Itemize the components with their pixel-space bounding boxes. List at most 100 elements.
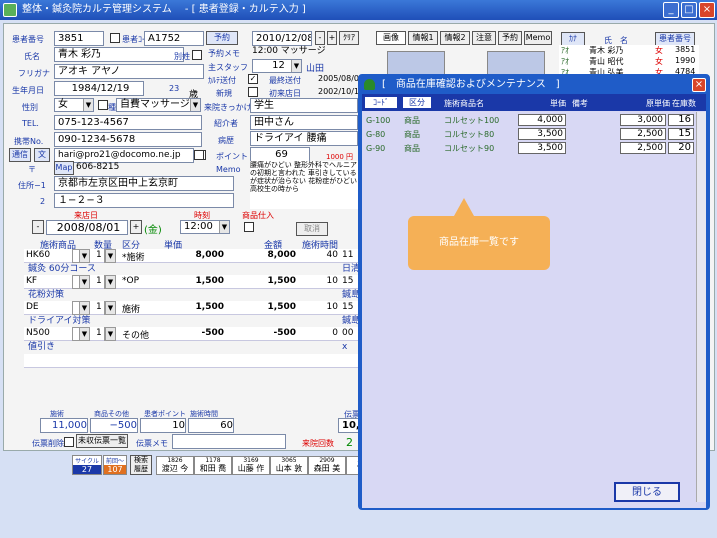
trigger-field[interactable]: 学生 [250,98,358,113]
type-select[interactable]: 自費マッサージ ▼ [116,98,201,112]
close-button[interactable]: × [699,2,715,18]
kana-field[interactable]: アオキ アヤノ [54,64,204,79]
tab-info1[interactable]: 情報1 [408,31,438,45]
item-select[interactable]: ▼ [72,301,90,315]
patient-no-field[interactable]: 3851 [54,31,104,46]
inv-cost[interactable]: 3,000 [620,114,666,126]
point-checkbox[interactable] [194,150,204,160]
item-qty[interactable]: 1 [96,276,102,286]
tel-field[interactable]: 075-123-4567 [54,115,202,130]
inv-stock[interactable]: 15 [668,128,694,140]
slip-memo-field[interactable] [172,434,286,449]
item-qty[interactable]: 1 [96,328,102,338]
item-price[interactable]: 1,500 [174,276,224,286]
inventory-row[interactable]: G-100 商品 コルセット100 4,000 3,000 16 [364,114,694,127]
text-button[interactable]: 文 [34,148,50,162]
item-time[interactable]: 10 [322,302,338,312]
inv-price[interactable]: 3,500 [518,128,566,140]
map-button[interactable]: Map [54,161,74,175]
sort-code-button[interactable]: ｺｰﾄﾞ [364,96,398,109]
recent-patient[interactable]: 1826 渡辺 今 [156,456,194,475]
qty-select[interactable]: ▼ [104,301,116,315]
item-price[interactable]: 1,500 [174,302,224,312]
name-field[interactable]: 青木 彩乃 [54,47,184,62]
qty-select[interactable]: ▼ [104,249,116,263]
staff-select[interactable]: 12 ▼ [252,59,302,73]
visit-time-select[interactable]: 12:00 ▼ [180,220,230,234]
item-code[interactable]: N500 [26,328,50,338]
new-checkbox[interactable] [248,87,258,97]
item-code[interactable]: HK60 [26,250,50,260]
item-qty[interactable]: 1 [96,250,102,260]
patient-code-checkbox[interactable] [110,33,120,43]
recent-patient[interactable]: 3169 山藤 作 [232,456,270,475]
list-item[interactable]: ｱｵ 青山 昭代 女 1990 [559,56,699,67]
inv-stock[interactable]: 20 [668,142,694,154]
inv-cost[interactable]: 2,500 [620,128,666,140]
item-code[interactable]: KF [26,276,37,286]
item-price[interactable]: -500 [174,328,224,338]
intro-field[interactable]: 田中さん [250,115,358,130]
tab-image[interactable]: 画像 [376,31,406,45]
history-header-kana[interactable]: ｶﾅ [561,32,585,46]
address2-field[interactable]: １−２−３ [54,193,234,208]
item-select[interactable]: ▼ [72,275,90,289]
point-field[interactable]: 69 [250,147,310,162]
qty-select[interactable]: ▼ [104,275,116,289]
karte-checkbox[interactable]: ✓ [248,74,258,84]
table-row[interactable]: HK60 ▼ 1 ▼ *施術 8,000 8,000 40 11 [24,249,364,263]
list-item[interactable]: ｱｵ 青木 彩乃 女 3851 [559,45,699,56]
dialog-scrollbar[interactable] [696,112,706,502]
item-price[interactable]: 8,000 [174,250,224,260]
visit-date-field[interactable]: 2008/08/01 [46,220,128,235]
visit-prev-button[interactable]: - [32,220,44,234]
table-row[interactable]: DE ▼ 1 ▼ 施術 1,500 1,500 10 15 [24,301,364,315]
item-qty[interactable]: 1 [96,302,102,312]
history-header-no[interactable]: 患者番号 [655,32,695,46]
memo-field[interactable]: 腰痛がひどい 整形外科でヘルニアの初期と言われた 車引きしているが症状が治らない… [250,161,362,209]
item-time[interactable]: 10 [322,276,338,286]
cancel-button[interactable]: 取消 [296,222,328,236]
item-time[interactable]: 40 [322,250,338,260]
dialog-close-button[interactable]: 閉じる [614,482,680,502]
unpaid-list-button[interactable]: 未収伝票一覧 [76,434,128,448]
inventory-row[interactable]: G-90 商品 コルセット90 3,500 2,500 20 [364,142,694,155]
item-select[interactable]: ▼ [72,327,90,341]
item-select[interactable]: ▼ [72,249,90,263]
sex-select[interactable]: 女 ▼ [54,98,94,112]
date-minus-button[interactable]: - [315,31,325,45]
slip-delete-checkbox[interactable] [64,437,74,447]
inv-price[interactable]: 4,000 [518,114,566,126]
inventory-row[interactable]: G-80 商品 コルセット80 3,500 2,500 15 [364,128,694,141]
tab-caution[interactable]: 注意 [472,31,496,45]
inv-price[interactable]: 3,500 [518,142,566,154]
qty-select[interactable]: ▼ [104,327,116,341]
goods-checkbox[interactable] [244,222,254,232]
sort-kbn-button[interactable]: 区分 [402,96,432,109]
item-time[interactable]: 0 [322,328,338,338]
appointment-date[interactable]: 2010/12/08 [252,31,312,46]
appt-memo-field[interactable]: 12:00 マッサージ [252,45,362,59]
search-history-button[interactable]: 検索 履歴 [130,455,152,475]
mail-button[interactable]: 通信 [9,148,31,162]
item-code[interactable]: DE [26,302,39,312]
recent-patient[interactable]: 3065 山本 敦 [270,456,308,475]
appointment-button[interactable]: 予約 [206,31,238,45]
table-row[interactable]: N500 ▼ 1 ▼ その他 -500 -500 0 00 [24,327,364,341]
disease-field[interactable]: ドライアイ 腰痛 [250,131,358,146]
visit-next-button[interactable]: + [130,220,142,234]
birth-field[interactable]: 1984/12/19 [54,81,144,96]
type-checkbox[interactable] [98,100,108,110]
clear-button[interactable]: ｸﾘｱ [339,31,359,45]
mobile-field[interactable]: 090-1234-5678 [54,132,202,147]
address1-field[interactable]: 京都市左京区田中上玄京町 [54,176,234,191]
table-row[interactable]: KF ▼ 1 ▼ *OP 1,500 1,500 10 15 [24,275,364,289]
maximize-button[interactable]: □ [681,2,697,18]
patient-code-field[interactable]: A1752 [144,31,204,46]
alias-checkbox[interactable] [192,50,202,60]
tab-info2[interactable]: 情報2 [440,31,470,45]
inv-stock[interactable]: 16 [668,114,694,126]
dialog-close-icon[interactable]: × [692,78,706,92]
table-row-empty[interactable] [24,354,364,368]
zip-field[interactable]: 606-8215 [76,161,136,175]
